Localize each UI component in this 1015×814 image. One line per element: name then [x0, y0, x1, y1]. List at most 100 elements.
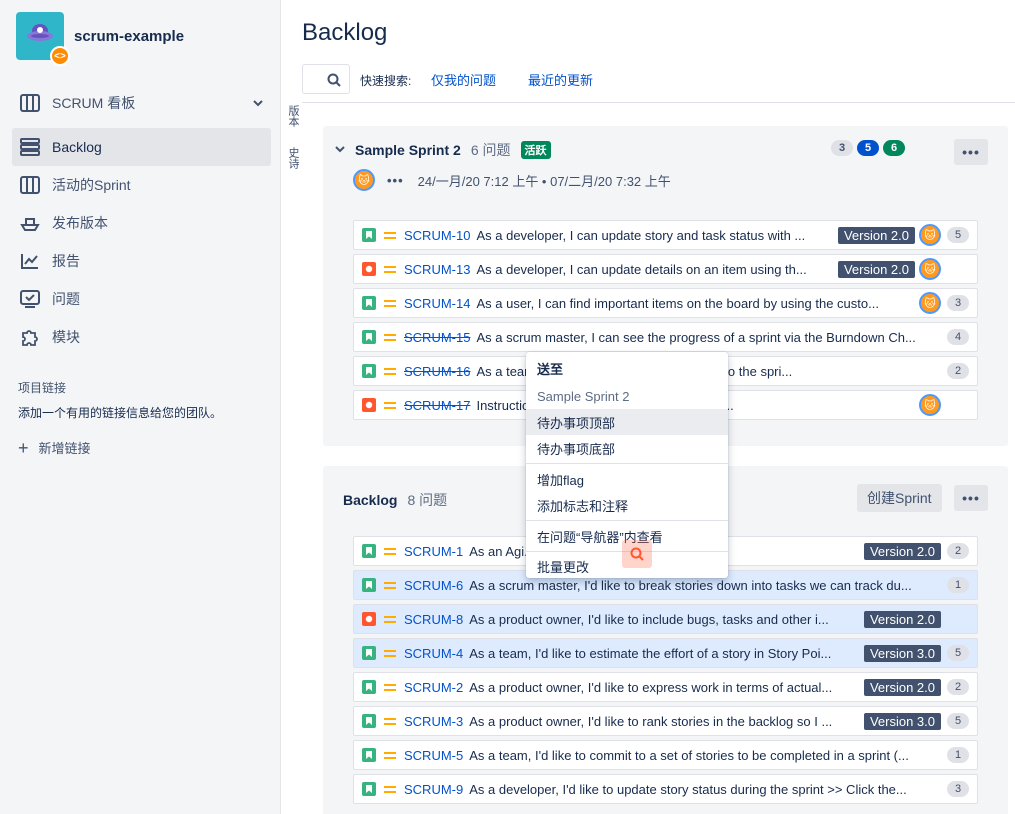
story-points-badge: 1 — [947, 577, 969, 593]
avatar: 🐱 — [919, 258, 941, 280]
ufo-icon — [27, 24, 53, 41]
menu-divider — [526, 520, 728, 521]
issue-row[interactable]: SCRUM-10 As a developer, I can update sto… — [353, 220, 978, 250]
bug-icon — [362, 612, 376, 626]
create-sprint-button[interactable]: 创建Sprint — [857, 484, 942, 512]
issue-key[interactable]: SCRUM-16 — [404, 364, 470, 379]
done-count: 6 — [883, 140, 905, 156]
story-icon — [362, 680, 376, 694]
issue-key[interactable]: SCRUM-14 — [404, 296, 470, 311]
issue-row[interactable]: SCRUM-9 As a developer, I'd like to updat… — [353, 774, 978, 804]
quick-filter-my-issues[interactable]: 仅我的问题 — [431, 70, 496, 89]
issue-key[interactable]: SCRUM-2 — [404, 680, 463, 695]
bug-icon — [362, 262, 376, 276]
priority-medium-icon — [384, 614, 396, 624]
sidebar-item-board[interactable]: SCRUM 看板 — [12, 84, 271, 122]
sidebar-item-reports[interactable]: 报告 — [12, 242, 271, 280]
issue-key[interactable]: SCRUM-10 — [404, 228, 470, 243]
issue-key[interactable]: SCRUM-5 — [404, 748, 463, 763]
issue-summary: As a team, I'd like to commit to a set o… — [469, 747, 909, 763]
menu-item-add-flag-comment[interactable]: 添加标志和注释 — [526, 492, 728, 518]
backlog-icon — [20, 137, 40, 157]
fix-version-badge: Version 3.0 — [863, 644, 941, 662]
issue-summary: As a developer, I can update details on … — [476, 261, 807, 277]
menu-item-backlog-top[interactable]: 待办事项顶部 — [526, 409, 728, 435]
story-points-badge: 3 — [947, 781, 969, 797]
issue-row[interactable]: SCRUM-15 As a scrum master, I can see the… — [353, 322, 978, 352]
priority-medium-icon — [384, 298, 396, 308]
sprint-issue-count: 6 问题 — [470, 142, 511, 158]
todo-count: 3 — [831, 140, 853, 156]
priority-medium-icon — [384, 400, 396, 410]
add-link-button[interactable]: + 新增链接 — [18, 438, 91, 457]
menu-item-add-flag[interactable]: 增加flag — [526, 466, 728, 492]
tab-versions[interactable]: 版本 — [285, 105, 301, 147]
menu-item-backlog-bottom[interactable]: 待办事项底部 — [526, 435, 728, 461]
menu-item-sprint[interactable]: Sample Sprint 2 — [526, 383, 728, 409]
sidebar-item-releases[interactable]: 发布版本 — [12, 204, 271, 242]
columns-icon — [20, 175, 40, 195]
in-progress-count: 5 — [857, 140, 879, 156]
quick-filter-recent[interactable]: 最近的更新 — [528, 70, 593, 89]
sidebar-item-issues[interactable]: 问题 — [12, 280, 271, 318]
story-icon — [362, 748, 376, 762]
issue-row[interactable]: SCRUM-8 As a product owner, I'd like to i… — [353, 604, 978, 634]
issue-key[interactable]: SCRUM-17 — [404, 398, 470, 413]
sidebar-item-active-sprint[interactable]: 活动的Sprint — [12, 166, 271, 204]
sidebar: <> scrum-example SCRUM 看板 Backlog 活动的Spr… — [0, 0, 281, 814]
project-header[interactable]: <> scrum-example — [16, 12, 185, 66]
issue-summary: As a product owner, I'd like to include … — [469, 611, 829, 627]
sidebar-item-label: 发布版本 — [52, 215, 108, 231]
avatar[interactable]: 🐱 — [353, 169, 375, 191]
sprint-header[interactable]: Sample Sprint 2 6 问题 活跃 — [335, 140, 551, 160]
sprint-status-counts: 3 5 6 — [831, 140, 909, 156]
priority-medium-icon — [384, 648, 396, 658]
sidebar-nav: SCRUM 看板 Backlog 活动的Sprint 发布版本 报告 问题 模块 — [12, 84, 271, 356]
story-points-badge: 2 — [947, 543, 969, 559]
issue-summary: As a scrum master, I'd like to break sto… — [469, 577, 912, 593]
issue-key[interactable]: SCRUM-8 — [404, 612, 463, 627]
chevron-down-icon[interactable] — [253, 96, 263, 110]
issue-key[interactable]: SCRUM-4 — [404, 646, 463, 661]
issue-row[interactable]: SCRUM-5 As a team, I'd like to commit to … — [353, 740, 978, 770]
issue-row[interactable]: SCRUM-14 As a user, I can find important … — [353, 288, 978, 318]
issue-key[interactable]: SCRUM-1 — [404, 544, 463, 559]
fix-version-badge: Version 2.0 — [863, 678, 941, 696]
fix-version-badge: Version 2.0 — [837, 260, 915, 278]
issue-row[interactable]: SCRUM-2 As a product owner, I'd like to e… — [353, 672, 978, 702]
issue-key[interactable]: SCRUM-15 — [404, 330, 470, 345]
avatar: 🐱 — [919, 292, 941, 314]
sidebar-item-components[interactable]: 模块 — [12, 318, 271, 356]
issue-key[interactable]: SCRUM-3 — [404, 714, 463, 729]
tab-epics[interactable]: 史诗 — [285, 147, 301, 189]
priority-medium-icon — [384, 264, 396, 274]
project-type-badge: <> — [50, 46, 70, 66]
issue-key[interactable]: SCRUM-6 — [404, 578, 463, 593]
side-tabs: 版本 史诗 — [282, 105, 302, 189]
priority-medium-icon — [384, 716, 396, 726]
menu-divider — [526, 463, 728, 464]
page-title: Backlog — [302, 19, 388, 46]
issue-key[interactable]: SCRUM-13 — [404, 262, 470, 277]
chevron-down-icon[interactable] — [335, 145, 345, 156]
issue-key[interactable]: SCRUM-9 — [404, 782, 463, 797]
project-name: scrum-example — [74, 27, 185, 45]
story-points-badge — [947, 261, 969, 277]
quick-search-label: 快速搜索: — [360, 74, 412, 88]
sprint-more-button[interactable]: ••• — [954, 139, 988, 165]
divider — [302, 102, 1015, 103]
backlog-name: Backlog — [343, 492, 398, 508]
issue-row[interactable]: SCRUM-4 As a team, I'd like to estimate t… — [353, 638, 978, 668]
more-icon[interactable]: ••• — [387, 173, 404, 188]
plus-icon: + — [18, 437, 29, 458]
search-icon — [327, 73, 341, 87]
issue-row[interactable]: SCRUM-13 As a developer, I can update det… — [353, 254, 978, 284]
ship-icon — [20, 213, 40, 233]
search-input[interactable] — [302, 64, 350, 94]
issue-summary: As a product owner, I'd like to express … — [469, 679, 833, 695]
backlog-more-button[interactable]: ••• — [954, 485, 988, 511]
sidebar-item-backlog[interactable]: Backlog — [12, 128, 271, 166]
story-icon — [362, 544, 376, 558]
issue-row[interactable]: SCRUM-3 As a product owner, I'd like to r… — [353, 706, 978, 736]
story-icon — [362, 364, 376, 378]
